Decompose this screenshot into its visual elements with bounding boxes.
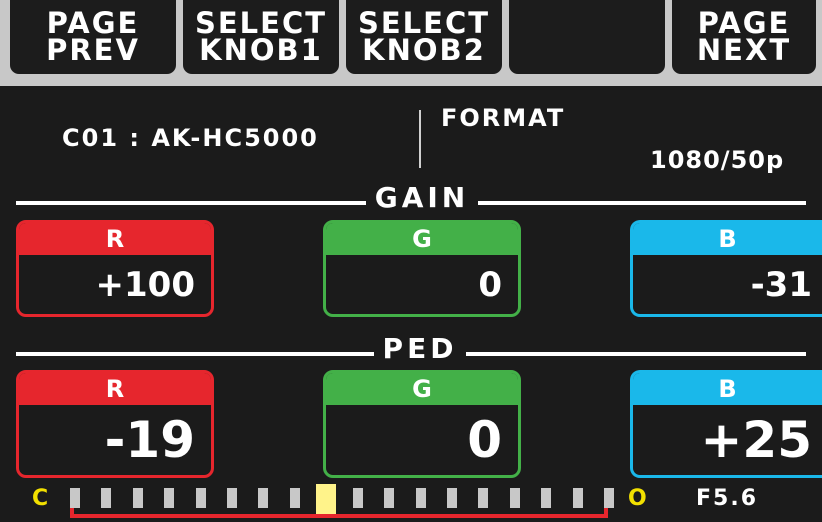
softkey-label-line2: NEXT: [696, 33, 792, 67]
gain-g-box[interactable]: G 0: [323, 220, 521, 317]
select-knob2-button[interactable]: SELECT KNOB2: [346, 0, 502, 74]
iris-scale-tick: [478, 488, 489, 508]
ped-title: PED: [382, 332, 458, 365]
ped-g-value: 0: [467, 411, 502, 469]
gain-g-label: G: [326, 223, 518, 255]
ped-r-box[interactable]: R -19: [16, 370, 214, 478]
ped-divider-left: [16, 352, 374, 356]
iris-close-label: C: [32, 486, 49, 511]
iris-scale-tick: [289, 488, 300, 508]
gain-title: GAIN: [374, 181, 470, 214]
camera-id: C01 : AK-HC5000: [62, 124, 319, 152]
format-value: 1080/50p: [650, 146, 785, 174]
gain-b-value: -31: [750, 264, 812, 305]
iris-scale-tick: [352, 488, 363, 508]
page-next-button[interactable]: PAGE NEXT: [672, 0, 816, 74]
ped-r-value: -19: [104, 411, 195, 469]
ped-b-box[interactable]: B +25: [630, 370, 822, 478]
iris-scale-tick: [101, 488, 112, 508]
iris-scale-tick: [415, 488, 426, 508]
ped-g-label: G: [326, 373, 518, 405]
iris-scale-tick: [384, 488, 395, 508]
gain-divider-right: [478, 201, 806, 205]
iris-scale-tick: [446, 488, 457, 508]
iris-scale-tick: [541, 488, 552, 508]
format-label: FORMAT: [441, 104, 566, 132]
info-divider: [419, 110, 421, 168]
softkey-label-line2: KNOB2: [362, 33, 486, 67]
iris-range-rail: [70, 514, 608, 518]
ped-b-label: B: [633, 373, 822, 405]
iris-scale-tick: [604, 488, 614, 508]
ped-g-box[interactable]: G 0: [323, 370, 521, 478]
iris-open-label: O: [628, 486, 647, 511]
page-prev-button[interactable]: PAGE PREV: [10, 0, 176, 74]
iris-scale-tick: [258, 488, 269, 508]
f-number: F5.6: [696, 486, 759, 511]
iris-scale-tick: [164, 488, 175, 508]
select-knob1-button[interactable]: SELECT KNOB1: [183, 0, 339, 74]
ped-b-value: +25: [700, 411, 812, 469]
iris-scale-tick: [572, 488, 583, 508]
iris-scale-tick: [70, 488, 80, 508]
gain-divider-left: [16, 201, 366, 205]
ped-divider-right: [466, 352, 806, 356]
gain-b-box[interactable]: B -31: [630, 220, 822, 317]
softkey-label-line2: PREV: [46, 33, 140, 67]
gain-b-label: B: [633, 223, 822, 255]
gain-r-box[interactable]: R +100: [16, 220, 214, 317]
gain-r-label: R: [19, 223, 211, 255]
iris-scale-tick: [195, 488, 206, 508]
ped-r-label: R: [19, 373, 211, 405]
blank-softkey-button[interactable]: [509, 0, 665, 74]
iris-scale-tick: [227, 488, 238, 508]
softkey-bar: PAGE PREV SELECT KNOB1 SELECT KNOB2 PAGE…: [0, 0, 822, 86]
gain-g-value: 0: [478, 264, 502, 305]
iris-scale-tick: [132, 488, 143, 508]
softkey-label-line2: KNOB1: [199, 33, 323, 67]
iris-scale-tick: [509, 488, 520, 508]
iris-position-marker: [316, 484, 337, 514]
gain-r-value: +100: [95, 264, 195, 305]
